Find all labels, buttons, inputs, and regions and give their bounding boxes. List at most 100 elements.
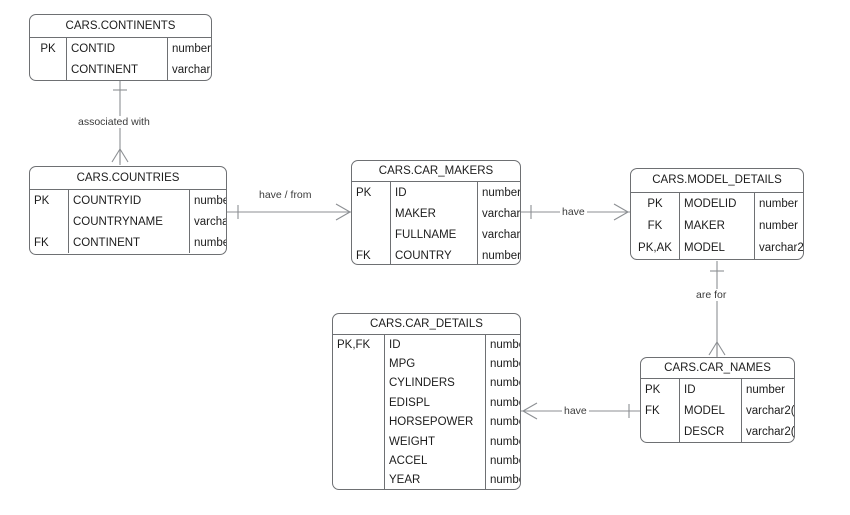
attribute-name: CONTINENT [68, 232, 190, 253]
attribute-name: MAKER [679, 215, 755, 237]
attribute-name: ID [679, 379, 742, 400]
attribute-type: number [172, 42, 211, 55]
attribute-name: COUNTRYNAME [68, 211, 190, 232]
attribute-key: FK [30, 232, 69, 253]
entity-title-cars-continents: CARS.CONTINENTS [30, 15, 211, 38]
attribute-row: FK MODEL varchar2(25) [641, 400, 794, 421]
attribute-list-cars-car-names: PK ID number FK MODEL varchar2(25) DESCR… [641, 379, 794, 442]
attribute-row: CONTINENT varchar2(15) [30, 59, 211, 80]
relationship-label-associated-with: associated with [76, 116, 152, 128]
attribute-key [333, 451, 385, 471]
attribute-type: number [759, 198, 798, 210]
attribute-key: PK,FK [333, 335, 385, 355]
attribute-type: number [194, 194, 226, 207]
attribute-name: CONTID [66, 38, 168, 59]
attribute-key: PK [30, 190, 69, 211]
attribute-key: PK [30, 38, 67, 59]
attribute-row: PK,FK ID number [333, 335, 520, 355]
attribute-type: number [490, 396, 520, 409]
attribute-name: HORSEPOWER [384, 412, 486, 432]
attribute-key [641, 421, 680, 442]
attribute-key [30, 211, 69, 232]
attribute-list-cars-model-details: PK MODELID number FK MAKER number PK,AK … [631, 193, 803, 259]
attribute-key: PK [352, 182, 391, 203]
attribute-type: varchar2(15) [172, 63, 211, 76]
attribute-row: MPG number [333, 354, 520, 374]
entity-cars-model-details[interactable]: CARS.MODEL_DETAILS PK MODELID number FK … [630, 168, 804, 260]
entity-cars-countries[interactable]: CARS.COUNTRIES PK COUNTRYID number COUNT… [29, 166, 227, 255]
attribute-row: COUNTRYNAME varchar2(20) [30, 211, 226, 232]
attribute-name: ID [384, 335, 486, 355]
attribute-list-cars-countries: PK COUNTRYID number COUNTRYNAME varchar2… [30, 190, 226, 253]
attribute-row: EDISPL number [333, 393, 520, 413]
attribute-name: COUNTRY [390, 245, 478, 264]
attribute-key [352, 203, 391, 224]
attribute-row: CYLINDERS number [333, 373, 520, 394]
attribute-name: ID [390, 182, 478, 203]
attribute-type: number [490, 455, 520, 468]
attribute-name: FULLNAME [390, 224, 478, 245]
attribute-list-cars-car-details: PK,FK ID number MPG number CYLINDERS num… [333, 335, 520, 489]
attribute-row: PK MODELID number [631, 193, 803, 215]
attribute-row: PK,AK MODEL varchar2(25) [631, 237, 803, 259]
attribute-key [352, 224, 391, 245]
attribute-type: varchar2(25) [746, 404, 794, 417]
attribute-name: YEAR [384, 470, 486, 489]
attribute-name: DESCR [679, 421, 742, 442]
attribute-key [333, 393, 385, 413]
attribute-type: varchar2(15) [482, 207, 520, 220]
attribute-name: MODEL [679, 400, 742, 421]
attribute-name: CONTINENT [66, 59, 168, 80]
attribute-key: PK,AK [631, 237, 680, 259]
attribute-type: number [759, 220, 798, 232]
relationship-label-are-for: are for [694, 289, 729, 301]
attribute-type: varchar2(20) [194, 215, 226, 228]
entity-cars-continents[interactable]: CARS.CONTINENTS PK CONTID number CONTINE… [29, 14, 212, 81]
attribute-name: MODELID [679, 193, 755, 215]
attribute-type: number [490, 474, 520, 487]
entity-cars-car-makers[interactable]: CARS.CAR_MAKERS PK ID number MAKER varch… [351, 160, 521, 265]
attribute-name: CYLINDERS [384, 373, 486, 394]
entity-title-cars-car-details: CARS.CAR_DETAILS [333, 314, 520, 335]
attribute-list-cars-car-makers: PK ID number MAKER varchar2(15) FULLNAME… [352, 182, 520, 264]
attribute-row: MAKER varchar2(15) [352, 203, 520, 224]
attribute-key [333, 354, 385, 374]
attribute-name: WEIGHT [384, 431, 486, 452]
attribute-name: MODEL [679, 237, 755, 259]
attribute-type: number [482, 249, 520, 262]
attribute-type: varchar2(25) [759, 242, 803, 254]
attribute-row: HORSEPOWER number [333, 412, 520, 432]
attribute-key [30, 59, 67, 80]
entity-cars-car-names[interactable]: CARS.CAR_NAMES PK ID number FK MODEL var… [640, 357, 795, 443]
connector-model_details-car_names [708, 261, 726, 358]
attribute-row: FK COUNTRY number [352, 245, 520, 264]
attribute-type: number [194, 236, 226, 249]
attribute-type: number [490, 358, 520, 371]
attribute-key: FK [641, 400, 680, 421]
attribute-type: number [482, 186, 520, 199]
attribute-type: number [490, 338, 520, 351]
attribute-name: EDISPL [384, 393, 486, 413]
entity-title-cars-model-details: CARS.MODEL_DETAILS [631, 169, 803, 193]
attribute-name: MAKER [390, 203, 478, 224]
entity-title-cars-countries: CARS.COUNTRIES [30, 167, 226, 190]
attribute-row: PK ID number [352, 182, 520, 203]
connector-countries-car_makers [227, 203, 352, 221]
er-diagram-canvas: associated with have / from have are for… [0, 0, 850, 515]
attribute-key: FK [631, 215, 680, 237]
attribute-key [333, 431, 385, 452]
attribute-row: YEAR number [333, 470, 520, 489]
entity-cars-car-details[interactable]: CARS.CAR_DETAILS PK,FK ID number MPG num… [332, 313, 521, 490]
attribute-name: ACCEL [384, 451, 486, 471]
attribute-row: FK MAKER number [631, 215, 803, 237]
attribute-name: COUNTRYID [68, 190, 190, 211]
attribute-type: number [490, 377, 520, 390]
entity-title-cars-car-makers: CARS.CAR_MAKERS [352, 161, 520, 182]
attribute-row: PK CONTID number [30, 38, 211, 59]
attribute-key [333, 373, 385, 394]
attribute-key [333, 470, 385, 489]
attribute-row: PK COUNTRYID number [30, 190, 226, 211]
attribute-type: varchar2(40) [746, 425, 794, 438]
relationship-label-have-makers-models: have [560, 206, 587, 218]
attribute-key: FK [352, 245, 391, 264]
